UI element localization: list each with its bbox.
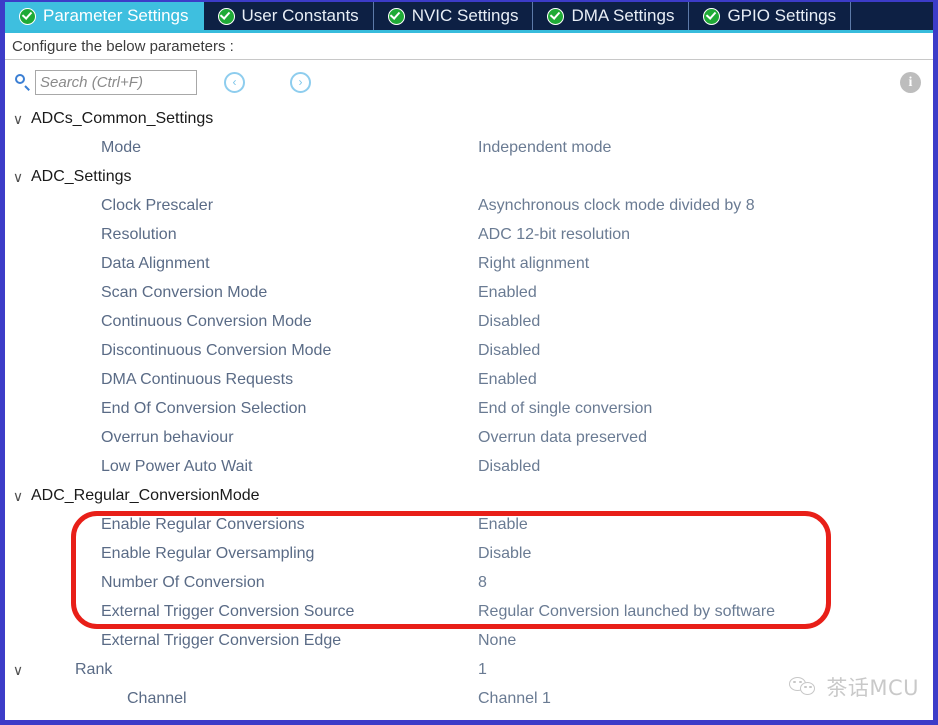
tab-user-constants[interactable]: User Constants (204, 2, 374, 30)
tree-row-value[interactable]: Right alignment (478, 255, 589, 273)
tree-row-value[interactable]: Enable (478, 516, 528, 534)
parameter-tree: ∨ ADCs_Common_Settings Mode Independent mod… (5, 104, 933, 713)
cubemx-adc-parameter-panel: Parameter Settings User Constants NVIC S… (0, 0, 938, 725)
tree-row-label: Low Power Auto Wait (101, 457, 253, 475)
tree-row-label: ADC_Regular_ConversionMode (31, 486, 260, 504)
tree-param-row[interactable]: Clock Prescaler Asynchronous clock mode d… (5, 191, 933, 220)
tree-param-row[interactable]: Enable Regular Conversions Enable (5, 510, 933, 539)
watermark: 茶话MCU (789, 672, 919, 702)
tree-row-label: ADCs_Common_Settings (31, 109, 214, 127)
configure-hint-bar: Configure the below parameters : (5, 33, 933, 60)
search-next-button[interactable]: › (290, 71, 311, 93)
chevron-down-icon[interactable]: ∨ (5, 112, 31, 126)
tree-param-row[interactable]: Continuous Conversion Mode Disabled (5, 307, 933, 336)
tree-row-value[interactable]: Overrun data preserved (478, 429, 647, 447)
check-circle-icon (547, 7, 565, 25)
tab-label: NVIC Settings (411, 6, 519, 25)
tree-param-row[interactable]: External Trigger Conversion Edge None (5, 626, 933, 655)
tree-row-label: Continuous Conversion Mode (101, 312, 312, 330)
chevron-left-icon: ‹ (232, 75, 237, 89)
chevron-down-icon[interactable]: ∨ (5, 663, 31, 677)
tree-row-value[interactable]: 1 (478, 661, 487, 679)
tree-param-row[interactable]: DMA Continuous Requests Enabled (5, 365, 933, 394)
tree-param-row[interactable]: Low Power Auto Wait Disabled (5, 452, 933, 481)
tree-row-label: Channel (127, 689, 187, 707)
search-prev-button[interactable]: ‹ (224, 71, 245, 93)
search-input[interactable] (35, 69, 197, 95)
wechat-icon (789, 676, 819, 698)
tree-row-value[interactable]: Enabled (478, 284, 537, 302)
tree-param-row[interactable]: Number Of Conversion 8 (5, 568, 933, 597)
tree-group-row[interactable]: ∨ ADC_Regular_ConversionMode (5, 481, 933, 510)
tree-row-label: Clock Prescaler (101, 196, 214, 214)
tree-row-value[interactable]: None (478, 632, 516, 650)
tree-row-label: Number Of Conversion (101, 573, 265, 591)
tree-row-label: Data Alignment (101, 254, 210, 272)
tree-row-label: Resolution (101, 225, 177, 243)
info-glyph: i (908, 74, 913, 90)
tab-label: Parameter Settings (43, 6, 189, 25)
tree-param-row[interactable]: Overrun behaviour Overrun data preserved (5, 423, 933, 452)
tab-label: GPIO Settings (727, 6, 837, 25)
check-circle-icon (217, 7, 235, 25)
check-circle-icon (703, 7, 721, 25)
tab-dma-settings[interactable]: DMA Settings (533, 2, 690, 30)
tab-gpio-settings[interactable]: GPIO Settings (689, 2, 852, 30)
tree-param-row[interactable]: Resolution ADC 12-bit resolution (5, 220, 933, 249)
tree-row-value[interactable]: ADC 12-bit resolution (478, 226, 630, 244)
tree-row-label: End Of Conversion Selection (101, 399, 307, 417)
search-toolbar: ‹ › i (5, 60, 933, 104)
tree-row-value[interactable]: End of single conversion (478, 400, 652, 418)
tree-row-label: Overrun behaviour (101, 428, 234, 446)
tree-row-value[interactable]: 8 (478, 574, 487, 592)
tree-group-row[interactable]: ∨ ADCs_Common_Settings (5, 104, 933, 133)
info-icon[interactable]: i (900, 72, 921, 93)
tree-row-value[interactable]: Asynchronous clock mode divided by 8 (478, 197, 755, 215)
tree-row-label: Discontinuous Conversion Mode (101, 341, 332, 359)
tab-label: DMA Settings (571, 6, 675, 25)
tree-row-value[interactable]: Channel 1 (478, 690, 551, 708)
tree-param-row[interactable]: Enable Regular Oversampling Disable (5, 539, 933, 568)
tree-param-row[interactable]: External Trigger Conversion Source Regula… (5, 597, 933, 626)
tree-row-value[interactable]: Enabled (478, 371, 537, 389)
chevron-down-icon[interactable]: ∨ (5, 489, 31, 503)
tree-row-label: DMA Continuous Requests (101, 370, 294, 388)
tree-row-value[interactable]: Disabled (478, 458, 540, 476)
tree-row-label: Rank (75, 660, 113, 678)
check-circle-icon (387, 7, 405, 25)
tree-row-label: External Trigger Conversion Source (101, 602, 355, 620)
tab-bar: Parameter Settings User Constants NVIC S… (5, 2, 933, 33)
search-icon (14, 73, 32, 91)
watermark-text: 茶话MCU (826, 676, 919, 700)
tab-parameter-settings[interactable]: Parameter Settings (5, 2, 204, 30)
tree-group-row[interactable]: ∨ ADC_Settings (5, 162, 933, 191)
tree-param-row[interactable]: Scan Conversion Mode Enabled (5, 278, 933, 307)
tree-param-row[interactable]: Data Alignment Right alignment (5, 249, 933, 278)
check-circle-icon (19, 7, 36, 25)
tree-row-value[interactable]: Independent mode (478, 139, 611, 157)
tree-row-value[interactable]: Disabled (478, 313, 540, 331)
tree-row-label: ADC_Settings (31, 167, 132, 185)
tree-row-label: Mode (101, 138, 142, 156)
tree-row-label: Enable Regular Conversions (101, 515, 305, 533)
tree-row-value[interactable]: Disabled (478, 342, 540, 360)
tab-label: User Constants (241, 6, 359, 25)
configure-hint-text: Configure the below parameters : (12, 37, 234, 55)
tab-nvic-settings[interactable]: NVIC Settings (374, 2, 534, 30)
tree-row-value[interactable]: Disable (478, 545, 531, 563)
tree-row-value[interactable]: Regular Conversion launched by software (478, 603, 775, 621)
tree-row-label: External Trigger Conversion Edge (101, 631, 342, 649)
tree-param-row[interactable]: Discontinuous Conversion Mode Disabled (5, 336, 933, 365)
tree-param-row[interactable]: End Of Conversion Selection End of single… (5, 394, 933, 423)
tree-param-row[interactable]: Mode Independent mode (5, 133, 933, 162)
tree-row-label: Scan Conversion Mode (101, 283, 268, 301)
tree-row-label: Enable Regular Oversampling (101, 544, 315, 562)
chevron-down-icon[interactable]: ∨ (5, 170, 31, 184)
chevron-right-icon: › (298, 75, 303, 89)
